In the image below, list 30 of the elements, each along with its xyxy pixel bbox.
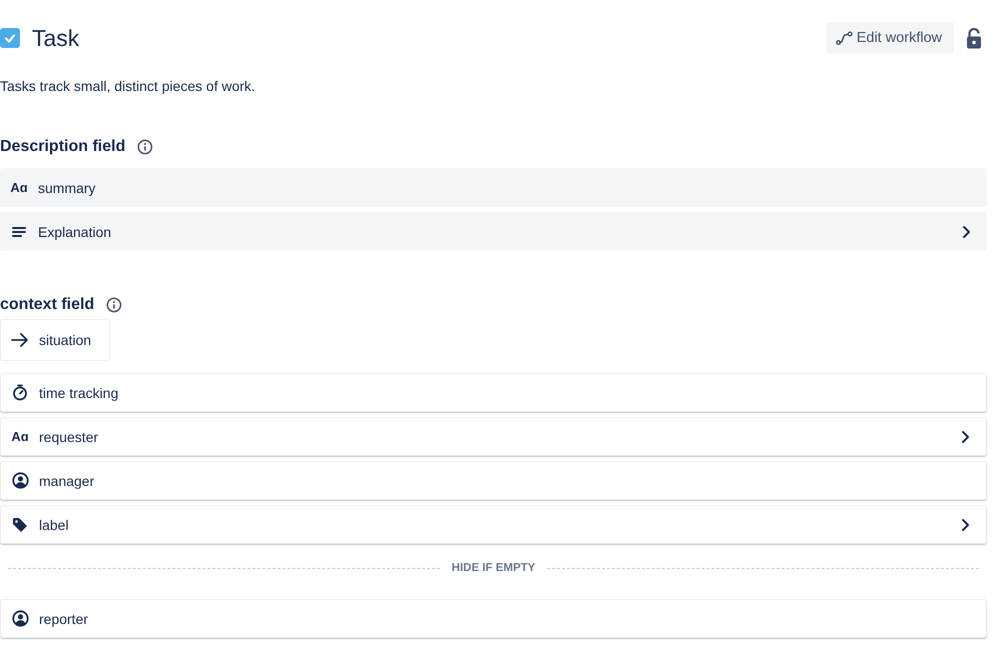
- user-avatar-icon: [12, 472, 28, 489]
- section-heading: Description field: [0, 138, 126, 156]
- tag-icon: [12, 516, 28, 532]
- field-row[interactable]: manager: [0, 461, 987, 500]
- info-icon[interactable]: [137, 139, 154, 155]
- field-row[interactable]: Aɑ requester: [0, 417, 987, 456]
- workflow-icon: [836, 31, 853, 45]
- page-title: Task: [32, 24, 80, 52]
- chevron-right-icon[interactable]: [961, 518, 970, 532]
- unlocked-lock-icon[interactable]: [966, 28, 982, 48]
- field-row[interactable]: time tracking: [0, 373, 987, 412]
- user-avatar-icon: [12, 610, 28, 627]
- field-row[interactable]: label: [0, 505, 987, 544]
- description-text: Tasks track small, distinct pieces of work.: [0, 78, 256, 94]
- chevron-right-icon[interactable]: [962, 224, 971, 238]
- stopwatch-icon: [12, 384, 28, 401]
- edit-workflow-button[interactable]: Edit workflow: [826, 22, 954, 54]
- checkbox[interactable]: [0, 28, 20, 48]
- info-icon[interactable]: [106, 297, 122, 313]
- field-row[interactable]: Aɑ summary: [0, 168, 987, 207]
- field-row[interactable]: situation: [0, 319, 110, 361]
- text-type-icon: Aɑ: [11, 429, 29, 444]
- text-type-icon: Aɑ: [10, 180, 28, 195]
- field-row[interactable]: Explanation: [0, 212, 987, 251]
- section-heading: context field: [0, 296, 94, 314]
- right-arrow-icon: [11, 333, 29, 347]
- divider-label: HIDE IF EMPTY: [452, 562, 536, 574]
- field-row[interactable]: reporter: [0, 599, 987, 638]
- paragraph-icon: [12, 226, 26, 238]
- chevron-right-icon[interactable]: [961, 430, 970, 444]
